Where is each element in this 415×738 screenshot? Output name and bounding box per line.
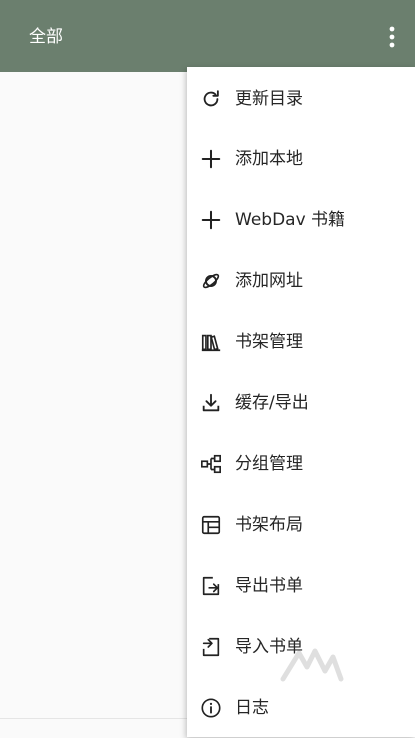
menu-item-label: 更新目录 [235,89,303,109]
import-icon [199,635,223,659]
menu-item-label: 添加本地 [235,149,303,169]
menu-item-label: 书架布局 [235,515,303,535]
bottom-divider [0,718,190,719]
menu-item-label: 添加网址 [235,271,303,291]
watermark-logo [280,648,344,682]
toolbar-title: 全部 [29,27,63,47]
group-tree-icon [199,452,223,476]
menu-item-add-url[interactable]: 添加网址 [187,251,415,311]
menu-item-label: 分组管理 [235,454,303,474]
menu-item-label: 导出书单 [235,576,303,596]
menu-item-export-booklist[interactable]: 导出书单 [187,556,415,616]
menu-item-bookshelf-manage[interactable]: 书架管理 [187,312,415,372]
layout-icon [199,513,223,537]
refresh-icon [199,87,223,111]
menu-item-add-local[interactable]: 添加本地 [187,129,415,189]
planet-icon [199,269,223,293]
menu-item-label: 缓存/导出 [235,393,309,413]
plus-icon [199,147,223,171]
top-app-bar: 全部 [0,0,415,72]
more-vert-icon [389,26,395,48]
more-options-button[interactable] [377,20,407,54]
menu-item-bookshelf-layout[interactable]: 书架布局 [187,495,415,555]
bookshelf-icon [199,330,223,354]
menu-item-label: 书架管理 [235,332,303,352]
menu-item-cache-export[interactable]: 缓存/导出 [187,373,415,433]
menu-item-update-catalog[interactable]: 更新目录 [187,69,415,129]
export-icon [199,574,223,598]
overflow-menu: 更新目录 添加本地 WebDav 书籍 添加网址 书架管理 缓存/导出 分组管理… [187,67,415,737]
download-icon [199,391,223,415]
menu-item-group-manage[interactable]: 分组管理 [187,434,415,494]
menu-item-label: 日志 [235,698,269,718]
menu-item-label: WebDav 书籍 [235,210,346,230]
info-icon [199,696,223,720]
plus-icon [199,208,223,232]
menu-item-webdav-books[interactable]: WebDav 书籍 [187,190,415,250]
